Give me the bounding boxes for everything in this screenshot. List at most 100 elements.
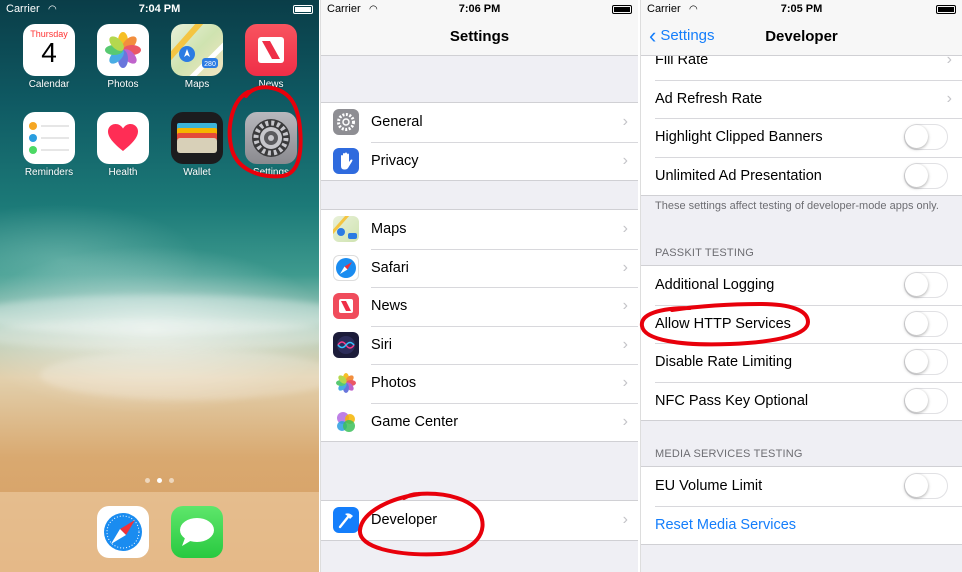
row-label: Additional Logging xyxy=(655,277,775,294)
chevron-right-icon: › xyxy=(622,297,628,315)
developer-row-allow-http-services: Allow HTTP Services xyxy=(641,304,962,344)
developer-row-reset-media-services[interactable]: Reset Media Services xyxy=(641,505,962,545)
siri-icon xyxy=(333,331,359,358)
section-header-passkit: PASSKIT TESTING xyxy=(655,247,754,259)
status-bar: Carrier ◠ 7:05 PM xyxy=(641,0,962,18)
hand-icon xyxy=(333,147,359,174)
safari-icon[interactable] xyxy=(96,506,149,558)
maps-icon: 280 xyxy=(171,24,223,76)
app-label: Photos xyxy=(107,79,139,90)
developer-row-nfc-pass-key-optional: NFC Pass Key Optional xyxy=(641,381,962,421)
dock xyxy=(0,492,319,572)
wave-foam xyxy=(0,320,319,350)
hammer-icon xyxy=(333,507,359,534)
row-label: Game Center xyxy=(371,413,459,430)
page-dot-active xyxy=(157,478,162,483)
news-icon xyxy=(245,24,297,76)
row-label: Siri xyxy=(371,336,392,353)
page-dot xyxy=(169,478,174,483)
settings-row-maps[interactable]: Maps › xyxy=(321,210,638,249)
photos-icon xyxy=(97,24,149,76)
chevron-right-icon: › xyxy=(622,258,628,276)
settings-group-system: General › Privacy › xyxy=(321,102,638,181)
chevron-right-icon: › xyxy=(622,511,628,529)
row-label: Photos xyxy=(371,375,417,392)
row-label: Maps xyxy=(371,221,407,238)
status-bar: Carrier ◠ 7:06 PM xyxy=(321,0,638,18)
compass-icon xyxy=(333,254,359,281)
settings-screen: Carrier ◠ 7:06 PM Settings General › Pri… xyxy=(320,0,638,572)
row-label: Developer xyxy=(371,512,438,529)
app-wallet[interactable]: Wallet xyxy=(160,112,234,178)
chevron-right-icon: › xyxy=(622,220,628,238)
developer-row-additional-logging: Additional Logging xyxy=(641,266,962,305)
app-label: Settings xyxy=(252,167,290,178)
toggle-switch[interactable] xyxy=(904,310,948,337)
toggle-switch[interactable] xyxy=(904,349,948,376)
app-health[interactable]: Health xyxy=(86,112,160,178)
row-label: News xyxy=(371,298,408,315)
navigation-bar: Carrier ◠ 7:06 PM Settings xyxy=(321,0,638,56)
toggle-switch[interactable] xyxy=(904,272,948,299)
settings-group-developer: Developer › xyxy=(321,500,638,541)
settings-row-privacy[interactable]: Privacy › xyxy=(321,141,638,181)
settings-row-developer[interactable]: Developer › xyxy=(321,501,638,540)
chevron-right-icon: › xyxy=(622,374,628,392)
row-label: Ad Refresh Rate xyxy=(655,90,763,107)
photos-icon xyxy=(333,370,359,397)
developer-row-highlight-clipped-banners: Highlight Clipped Banners xyxy=(641,118,962,157)
toggle-switch[interactable] xyxy=(904,387,948,414)
chevron-right-icon: › xyxy=(622,412,628,430)
chevron-right-icon: › xyxy=(946,89,952,107)
page-title: Developer xyxy=(765,28,838,45)
settings-row-game-center[interactable]: Game Center › xyxy=(321,402,638,442)
row-label: Highlight Clipped Banners xyxy=(655,129,823,146)
settings-row-general[interactable]: General › xyxy=(321,103,638,142)
reset-media-services-link[interactable]: Reset Media Services xyxy=(655,517,962,533)
app-settings[interactable]: Settings xyxy=(234,112,308,178)
status-bar: Carrier ◠ 7:04 PM xyxy=(0,0,319,18)
developer-row-unlimited-ad-presentation: Unlimited Ad Presentation xyxy=(641,156,962,196)
messages-icon[interactable] xyxy=(170,506,223,558)
wifi-icon: ◠ xyxy=(689,3,698,15)
app-label: Reminders xyxy=(24,167,74,178)
app-label: Wallet xyxy=(183,167,211,178)
wifi-icon: ◠ xyxy=(369,3,378,15)
toggle-switch[interactable] xyxy=(904,473,948,500)
app-photos[interactable]: Photos xyxy=(86,24,160,90)
row-label: Unlimited Ad Presentation xyxy=(655,167,822,184)
row-label: Allow HTTP Services xyxy=(655,315,791,332)
app-calendar[interactable]: Thursday 4 Calendar xyxy=(12,24,86,90)
page-title: Settings xyxy=(449,28,510,45)
health-icon xyxy=(97,112,149,164)
toggle-switch[interactable] xyxy=(904,162,948,189)
battery-icon xyxy=(936,4,956,14)
row-label: Privacy xyxy=(371,152,419,169)
section-header-media-services: MEDIA SERVICES TESTING xyxy=(655,448,803,460)
developer-group-media: EU Volume Limit Reset Media Services xyxy=(641,466,962,545)
app-maps[interactable]: 280 Maps xyxy=(160,24,234,90)
battery-icon xyxy=(612,4,632,14)
developer-group-ads: Fill Rate › Ad Refresh Rate › Highlight … xyxy=(641,40,962,196)
settings-row-news[interactable]: News › xyxy=(321,287,638,326)
developer-row-disable-rate-limiting: Disable Rate Limiting xyxy=(641,343,962,382)
chevron-right-icon: › xyxy=(622,113,628,131)
battery-icon xyxy=(293,4,313,14)
developer-group-passkit: Additional Logging Allow HTTP Services D… xyxy=(641,265,962,421)
wifi-icon: ◠ xyxy=(48,3,57,15)
app-reminders[interactable]: Reminders xyxy=(12,112,86,178)
chevron-right-icon: › xyxy=(622,151,628,169)
developer-row-eu-volume-limit: EU Volume Limit xyxy=(641,467,962,506)
toggle-switch[interactable] xyxy=(904,124,948,151)
row-label: Disable Rate Limiting xyxy=(655,354,793,371)
page-indicator[interactable] xyxy=(0,478,319,483)
app-news[interactable]: News xyxy=(234,24,308,90)
settings-row-safari[interactable]: Safari › xyxy=(321,248,638,288)
settings-row-photos[interactable]: Photos › xyxy=(321,364,638,403)
gear-icon xyxy=(333,109,359,136)
row-label: NFC Pass Key Optional xyxy=(655,392,809,409)
row-label: Safari xyxy=(371,259,409,276)
app-label: Calendar xyxy=(28,79,70,90)
settings-row-siri[interactable]: Siri › xyxy=(321,325,638,365)
developer-row-ad-refresh-rate[interactable]: Ad Refresh Rate › xyxy=(641,79,962,119)
